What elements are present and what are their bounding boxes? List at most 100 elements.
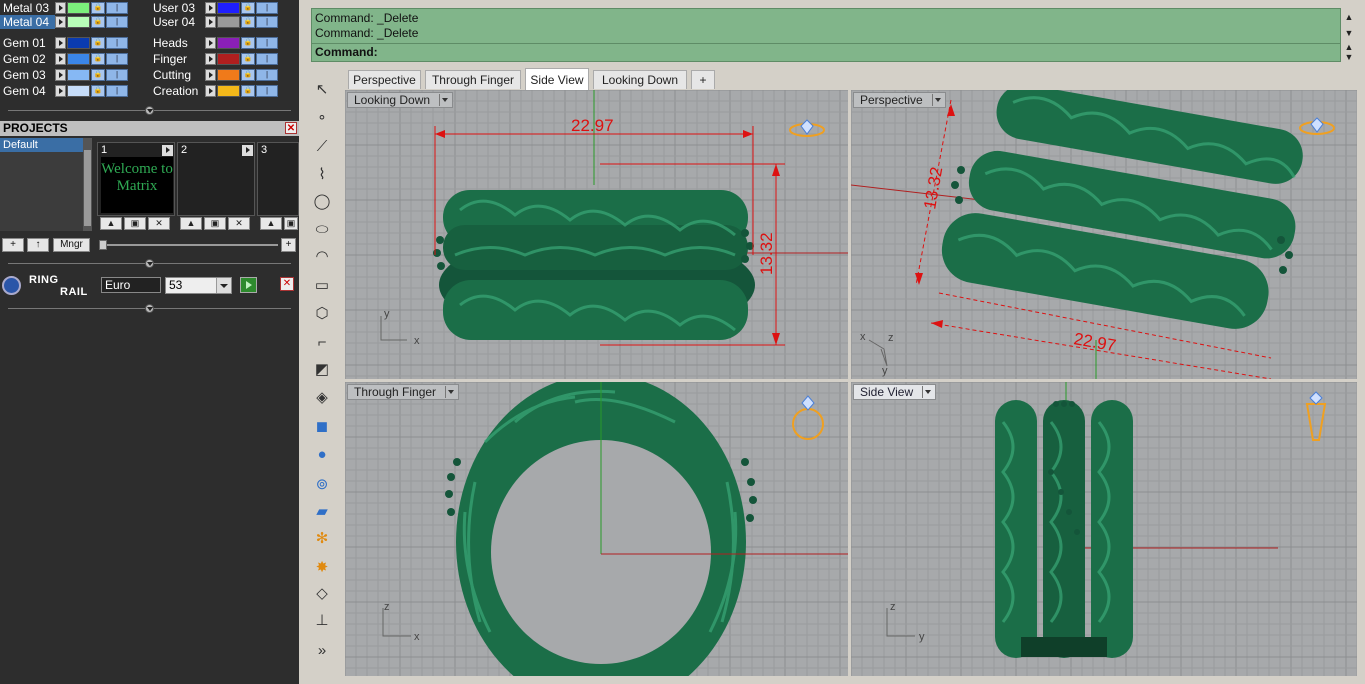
layer-menu-arrow-icon[interactable]	[205, 15, 216, 28]
layer-row[interactable]: Gem 01 🔒 |	[0, 35, 128, 50]
viewport-perspective[interactable]: 13.32 22.97 x z y Perspective	[851, 90, 1357, 379]
projects-list[interactable]: Default	[0, 138, 83, 231]
lock-icon[interactable]: 🔒	[91, 36, 105, 49]
load-icon[interactable]: ▲	[180, 217, 202, 230]
polygon-icon[interactable]: ⬡	[310, 303, 334, 325]
layer-color-swatch[interactable]	[67, 68, 90, 81]
layer-row[interactable]: Gem 04 🔒 |	[0, 83, 128, 98]
rectangle-icon[interactable]: ▭	[310, 275, 334, 297]
layer-row[interactable]: Finger 🔒 |	[150, 51, 278, 66]
surface-icon[interactable]: ◩	[310, 359, 334, 381]
layer-color-swatch[interactable]	[217, 36, 240, 49]
layer-row[interactable]: Metal 03 🔒 |	[0, 0, 128, 15]
layer-name[interactable]: User 04	[150, 15, 205, 29]
lock-icon[interactable]: 🔒	[91, 84, 105, 97]
lock-icon[interactable]: 🔒	[241, 1, 255, 14]
layer-name[interactable]: Metal 04	[0, 14, 55, 29]
viewport-looking-down[interactable]: 22.97 13.32 y x Looking Down	[345, 90, 848, 379]
layer-menu-arrow-icon[interactable]	[55, 84, 66, 97]
viewport-through-finger[interactable]: z x Through Finger	[345, 382, 848, 676]
tab-perspective[interactable]: Perspective	[348, 70, 421, 89]
lock-icon[interactable]: 🔒	[241, 68, 255, 81]
ellipse-icon[interactable]: ⬭	[310, 219, 334, 241]
lock-icon[interactable]: 🔒	[241, 15, 255, 28]
layer-name[interactable]: Finger	[150, 52, 205, 66]
projects-scrollbar[interactable]	[83, 138, 92, 231]
layer-menu-arrow-icon[interactable]	[55, 15, 66, 28]
move-up-button[interactable]: ↑	[27, 238, 49, 252]
sphere-icon[interactable]: ●	[310, 444, 334, 466]
more-icon[interactable]: »	[310, 640, 334, 662]
lock-icon[interactable]: 🔒	[91, 1, 105, 14]
polyline-icon[interactable]: ⟋	[310, 136, 334, 158]
layer-row[interactable]: Heads 🔒 |	[150, 35, 278, 50]
layer-color-swatch[interactable]	[67, 15, 90, 28]
visibility-icon[interactable]: |	[106, 15, 128, 28]
layer-color-swatch[interactable]	[67, 84, 90, 97]
tab-through-finger[interactable]: Through Finger	[425, 70, 521, 89]
layer-row[interactable]: Gem 02 🔒 |	[0, 51, 128, 66]
visibility-icon[interactable]: |	[106, 68, 128, 81]
ring-rail-apply-button[interactable]	[240, 277, 257, 293]
visibility-icon[interactable]: |	[256, 52, 278, 65]
visibility-icon[interactable]: |	[106, 52, 128, 65]
slider-handle[interactable]	[99, 240, 107, 250]
tab-side-view[interactable]: Side View	[525, 68, 589, 90]
layer-name[interactable]: User 03	[150, 1, 205, 15]
visibility-icon[interactable]: |	[106, 84, 128, 97]
lock-icon[interactable]: 🔒	[241, 36, 255, 49]
layer-name[interactable]: Creation	[150, 84, 205, 98]
visibility-icon[interactable]: |	[256, 68, 278, 81]
layer-menu-arrow-icon[interactable]	[205, 68, 216, 81]
ring-size-select[interactable]: 53	[165, 277, 232, 294]
delete-icon[interactable]: ✕	[228, 217, 250, 230]
lock-icon[interactable]: 🔒	[91, 15, 105, 28]
gem-tool-icon[interactable]: ◇	[310, 583, 334, 605]
ring-rail-close-button[interactable]: ✕	[280, 277, 294, 291]
layer-name[interactable]: Gem 02	[0, 52, 55, 66]
layer-color-swatch[interactable]	[67, 1, 90, 14]
project-slot-3[interactable]: 3	[257, 142, 299, 216]
add-tab-button[interactable]: +	[691, 70, 715, 89]
circle-icon[interactable]: ◯	[310, 191, 334, 213]
visibility-icon[interactable]: |	[256, 15, 278, 28]
gauge-tool-icon[interactable]: ⊥	[310, 610, 334, 632]
layer-name[interactable]: Cutting	[150, 68, 205, 82]
load-icon[interactable]: ▲	[100, 217, 122, 230]
scroll-down-icon[interactable]: ▼	[1343, 51, 1355, 63]
save-icon[interactable]: ▣	[284, 217, 298, 230]
layer-row[interactable]: Creation 🔒 |	[150, 83, 278, 98]
box-icon[interactable]: ◼	[310, 416, 334, 438]
save-icon[interactable]: ▣	[124, 217, 146, 230]
layer-color-swatch[interactable]	[217, 52, 240, 65]
layers-collapse-handle[interactable]	[0, 106, 299, 115]
chevron-down-icon[interactable]	[445, 386, 456, 398]
add-slot-button[interactable]: +	[281, 238, 296, 252]
chevron-down-icon[interactable]	[922, 386, 933, 398]
layer-color-swatch[interactable]	[217, 1, 240, 14]
layer-name[interactable]: Gem 04	[0, 84, 55, 98]
chevron-down-icon[interactable]	[216, 278, 231, 293]
layer-menu-arrow-icon[interactable]	[55, 36, 66, 49]
layer-color-swatch[interactable]	[217, 84, 240, 97]
point-icon[interactable]: ∘	[310, 107, 334, 129]
visibility-icon[interactable]: |	[256, 36, 278, 49]
project-slot-2[interactable]: 2	[177, 142, 255, 216]
thumbnail-size-slider[interactable]	[104, 244, 278, 246]
layer-menu-arrow-icon[interactable]	[205, 1, 216, 14]
layer-menu-arrow-icon[interactable]	[205, 36, 216, 49]
lock-icon[interactable]: 🔒	[241, 84, 255, 97]
load-icon[interactable]: ▲	[260, 217, 282, 230]
layer-menu-arrow-icon[interactable]	[55, 1, 66, 14]
layer-name[interactable]: Heads	[150, 36, 205, 50]
visibility-icon[interactable]: |	[106, 1, 128, 14]
chevron-down-icon[interactable]	[439, 94, 450, 106]
curve-points-icon[interactable]: ⌇	[310, 164, 334, 186]
plane-surface-icon[interactable]: ▰	[310, 501, 334, 523]
viewport-side-view[interactable]: z y Side View	[851, 382, 1357, 676]
lock-icon[interactable]: 🔒	[91, 68, 105, 81]
cylinder-icon[interactable]: ⊚	[310, 474, 334, 496]
project-item-default[interactable]: Default	[0, 138, 83, 152]
delete-icon[interactable]: ✕	[148, 217, 170, 230]
scroll-up-icon[interactable]: ▲	[1343, 11, 1355, 23]
